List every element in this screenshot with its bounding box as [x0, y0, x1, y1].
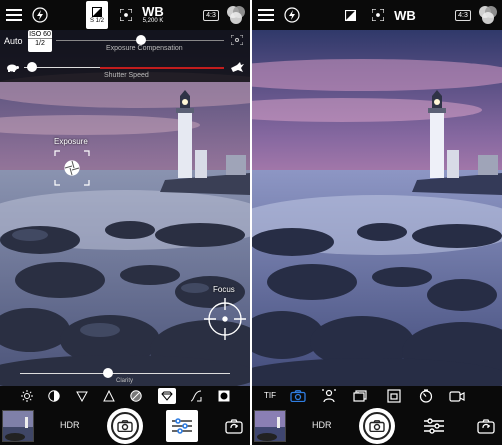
flash-icon[interactable] [30, 0, 50, 30]
aspect-ratio-label: 4:3 [203, 9, 219, 21]
clarity-caption: Clarity [116, 378, 134, 384]
aspect-ratio-button[interactable]: 4:3 [454, 0, 472, 30]
aspect-ratio-label: 4:3 [455, 9, 471, 21]
hamburger-icon[interactable] [256, 0, 276, 30]
focus-frame-icon[interactable] [116, 0, 136, 30]
camera-icon [363, 412, 391, 440]
last-photo-thumbnail[interactable] [254, 410, 286, 442]
iso-label: ISO 60 [28, 31, 52, 39]
shutter-mode-button[interactable]: S 1/2 [86, 1, 108, 29]
clarity-track[interactable] [20, 373, 230, 374]
hdr-toggle[interactable]: HDR [312, 420, 332, 430]
hdr-toggle[interactable]: HDR [60, 420, 80, 430]
vignette-icon[interactable] [75, 389, 89, 403]
hamburger-icon[interactable] [4, 0, 24, 30]
curves-icon[interactable] [189, 389, 203, 403]
white-balance-button[interactable]: WB 5,200 K [140, 0, 166, 30]
capture-button[interactable] [107, 408, 143, 444]
screen: S 1/2 WB 5,200 K 4:3 Auto ISO 60 1/2 Exp… [0, 0, 502, 445]
capture-modes-row: TIF [252, 386, 502, 406]
auto-toggle[interactable]: Auto [4, 36, 23, 46]
exposure-triangle-icon[interactable] [102, 389, 116, 403]
focus-reticle[interactable] [204, 298, 246, 340]
shutter-speed-knob[interactable] [27, 62, 37, 72]
wb-value: 5,200 K [142, 18, 164, 24]
exposure-icon [92, 6, 102, 17]
top-toolbar: WB 4:3 [252, 0, 502, 30]
rabbit-icon [230, 61, 244, 73]
sliders-settings-icon[interactable] [422, 415, 446, 437]
bottom-bar: HDR [0, 406, 250, 445]
clarity-tool-icon[interactable] [158, 388, 176, 404]
reset-frame-icon[interactable] [230, 34, 244, 46]
exposure-icon[interactable] [342, 0, 358, 30]
portrait-mode-icon[interactable] [320, 389, 338, 403]
clarity-knob[interactable] [103, 368, 113, 378]
sliders-settings-icon[interactable] [166, 410, 198, 442]
exposure-label: Exposure [54, 137, 88, 146]
turtle-icon [4, 62, 20, 72]
flash-icon[interactable] [282, 0, 302, 30]
camera-pane-manual: S 1/2 WB 5,200 K 4:3 Auto ISO 60 1/2 Exp… [0, 0, 250, 445]
manual-controls-panel: Auto ISO 60 1/2 Exposure Compensation Sh… [0, 30, 250, 82]
tone-circle-icon[interactable] [217, 389, 231, 403]
shutter-track-right[interactable] [100, 67, 224, 69]
shutter-mode-label: S 1/2 [89, 17, 104, 24]
viewfinder-photo [252, 30, 502, 386]
focus-label: Focus [213, 285, 235, 294]
switch-camera-icon[interactable] [476, 417, 496, 435]
saturation-icon[interactable] [129, 389, 143, 403]
top-toolbar: S 1/2 WB 5,200 K 4:3 [0, 0, 250, 30]
wb-label: WB [394, 7, 416, 23]
color-circles-icon[interactable] [477, 0, 499, 30]
camera-icon [111, 412, 139, 440]
contrast-icon[interactable] [47, 389, 61, 403]
camera-pane-auto: WB 4:3 TIF HDR [252, 0, 502, 445]
iso-value: 1/2 [35, 40, 45, 47]
iso-display[interactable]: ISO 60 1/2 [28, 30, 52, 52]
timer-icon[interactable] [417, 389, 435, 403]
adjustment-tools-row [0, 386, 250, 406]
wb-label: WB [142, 4, 164, 19]
photo-mode-icon[interactable] [289, 389, 307, 403]
last-photo-thumbnail[interactable] [2, 410, 34, 442]
exposure-reticle[interactable] [54, 150, 90, 186]
burst-mode-icon[interactable] [352, 389, 370, 403]
file-format-toggle[interactable]: TIF [264, 391, 276, 400]
focus-frame-icon[interactable] [368, 0, 388, 30]
exposure-comp-caption: Exposure Compensation [106, 45, 183, 52]
brightness-icon[interactable] [20, 389, 34, 403]
capture-button[interactable] [359, 408, 395, 444]
white-balance-button[interactable]: WB [392, 0, 418, 30]
color-circles-icon[interactable] [225, 0, 247, 30]
shutter-speed-caption: Shutter Speed [104, 72, 149, 79]
self-timer-mode-icon[interactable] [385, 389, 403, 403]
aspect-ratio-button[interactable]: 4:3 [202, 0, 220, 30]
switch-camera-icon[interactable] [224, 417, 244, 435]
video-mode-icon[interactable] [448, 389, 466, 403]
bottom-bar: HDR [252, 406, 502, 445]
exposure-comp-knob[interactable] [136, 35, 146, 45]
